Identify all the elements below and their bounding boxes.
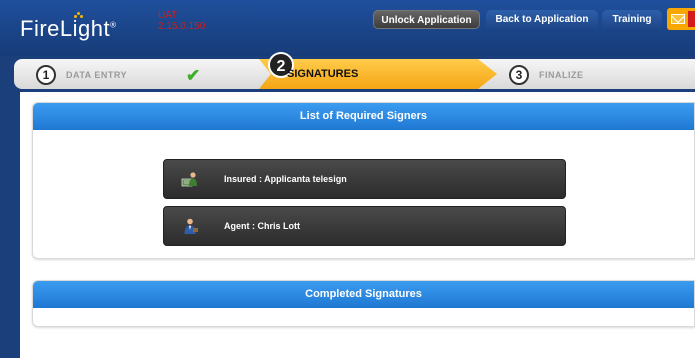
step-3-label[interactable]: FINALIZE (539, 70, 584, 80)
notification-badge (688, 11, 695, 27)
messages-button[interactable] (667, 8, 695, 30)
app-header: FireLight® UAT 2.15.0.150 Unlock Applica… (0, 0, 695, 56)
signer-agent-label: Agent : Chris Lott (224, 221, 300, 231)
signer-insured-button[interactable]: Insured : Applicanta telesign (163, 159, 566, 199)
required-signers-panel: List of Required Signers Insured : Appli… (32, 102, 695, 259)
insured-person-icon (181, 172, 197, 187)
main-content: List of Required Signers Insured : Appli… (20, 92, 695, 358)
training-button[interactable]: Training (602, 10, 662, 29)
version-label: 2.15.0.150 (158, 21, 206, 32)
environment-label: UAT (158, 10, 178, 21)
signer-insured-label: Insured : Applicanta telesign (224, 174, 347, 184)
completed-signatures-title: Completed Signatures (33, 281, 694, 308)
unlock-application-button[interactable]: Unlock Application (373, 10, 480, 29)
envelope-icon (671, 14, 685, 24)
signer-agent-button[interactable]: Agent : Chris Lott (163, 206, 566, 246)
back-to-application-button[interactable]: Back to Application (486, 10, 598, 29)
step-3-number[interactable]: 3 (509, 65, 529, 85)
required-signers-title: List of Required Signers (33, 103, 694, 130)
step-1-number[interactable]: 1 (36, 65, 56, 85)
environment-version: UAT 2.15.0.150 (158, 10, 205, 32)
completed-signatures-panel: Completed Signatures (32, 280, 695, 327)
logo-spark-icon (74, 12, 83, 19)
step-2-label[interactable]: SIGNATURES (287, 68, 358, 80)
checkmark-icon: ✔ (186, 66, 201, 85)
agent-person-icon (184, 218, 198, 234)
firelight-logo: FireLight® (20, 16, 117, 41)
step-1-label[interactable]: DATA ENTRY (66, 70, 127, 80)
